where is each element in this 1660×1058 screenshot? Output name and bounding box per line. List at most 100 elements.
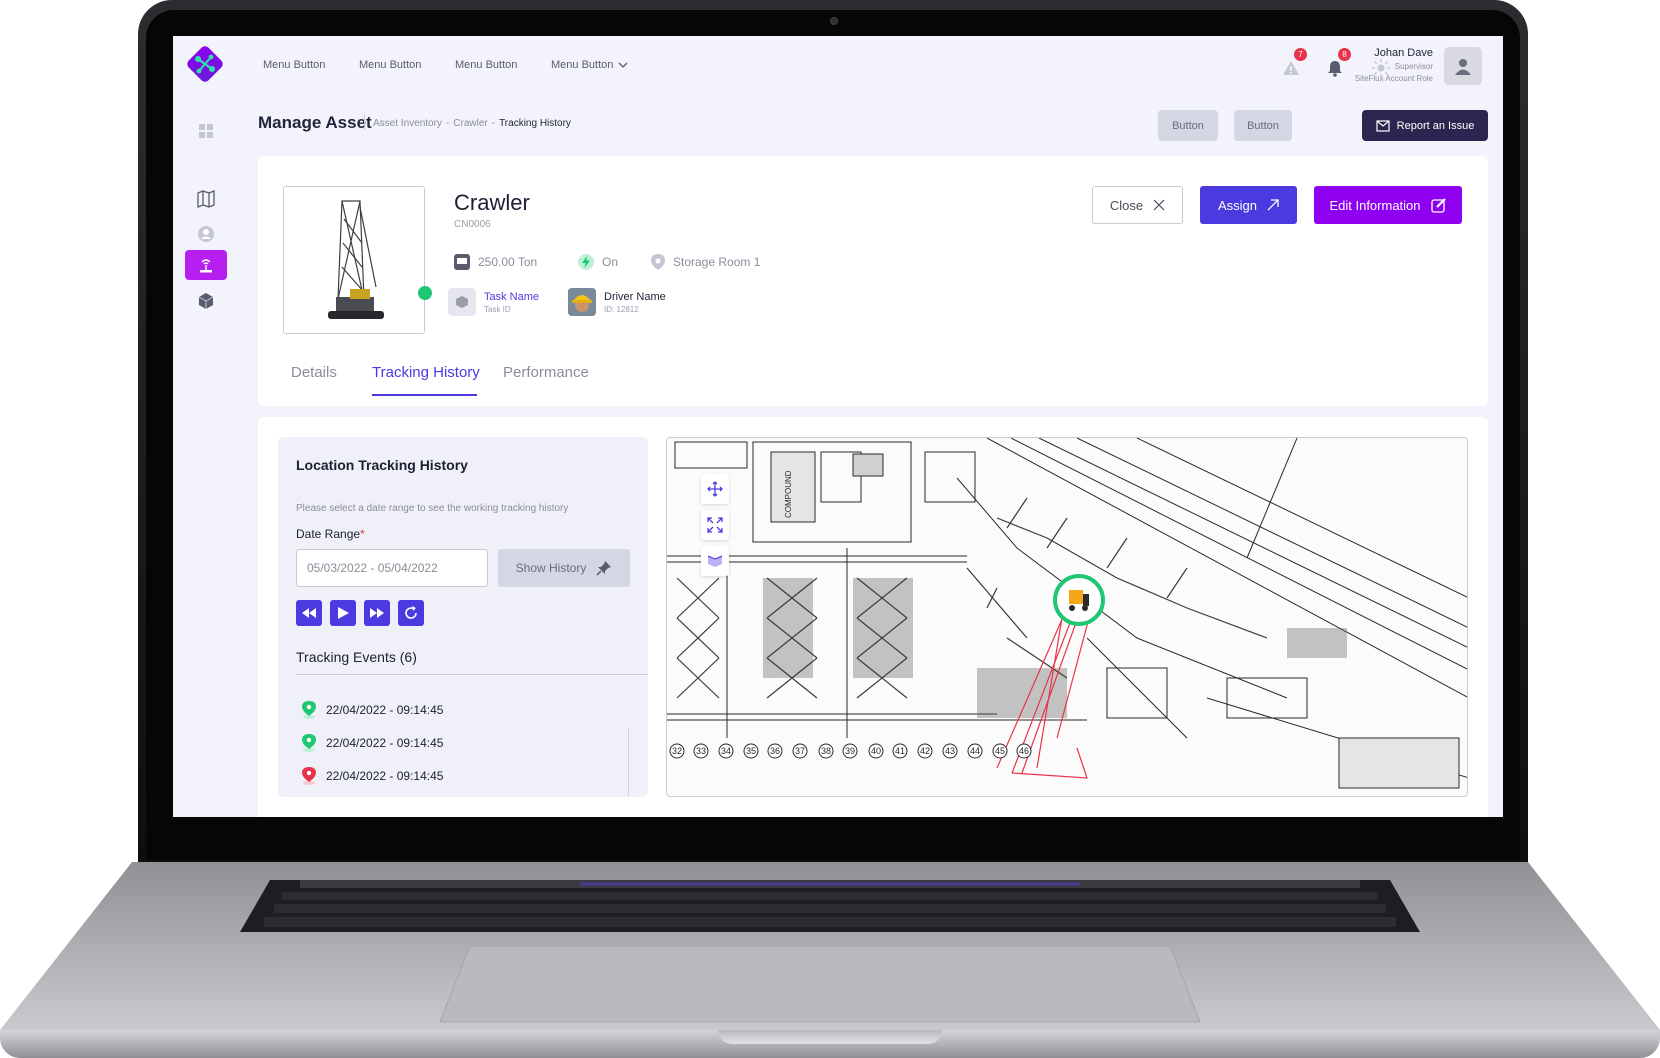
grid-label-46: 46 xyxy=(1019,746,1029,756)
edit-icon xyxy=(1430,198,1446,213)
edit-information-button[interactable]: Edit Information xyxy=(1314,186,1462,224)
tab-details[interactable]: Details xyxy=(291,364,337,381)
driver-id: ID: 12812 xyxy=(604,304,639,314)
tracking-title: Location Tracking History xyxy=(296,457,468,473)
notification-button[interactable]: 8 xyxy=(1323,48,1351,80)
task-id: Task ID xyxy=(484,304,511,314)
mail-icon xyxy=(1376,119,1390,132)
fast-forward-button[interactable] xyxy=(364,600,390,626)
site-plan-drawing: 32 33 34 35 36 37 38 39 40 41 42 43 44 4… xyxy=(667,438,1467,789)
user-role: Supervisor xyxy=(1394,62,1433,71)
breadcrumb-crawler[interactable]: Crawler xyxy=(453,118,487,129)
expand-icon xyxy=(707,517,723,533)
header-button-1[interactable]: Button xyxy=(1158,110,1218,141)
assign-button[interactable]: Assign xyxy=(1200,186,1297,224)
page-title: Manage Asset xyxy=(258,113,372,132)
task-info[interactable]: Task Name Task ID xyxy=(448,288,539,316)
pan-button[interactable] xyxy=(701,474,729,504)
grid-label-40: 40 xyxy=(871,746,881,756)
layers-button[interactable] xyxy=(701,546,729,576)
user-icon[interactable] xyxy=(185,219,227,249)
location-pin-icon xyxy=(302,734,316,752)
sidebar xyxy=(173,36,239,817)
play-button[interactable] xyxy=(330,600,356,626)
tracking-hint: Please select a date range to see the wo… xyxy=(296,503,569,514)
header-button-2[interactable]: Button xyxy=(1234,110,1292,141)
warning-icon xyxy=(1283,61,1299,75)
grid-label-35: 35 xyxy=(746,746,756,756)
scroll-track[interactable] xyxy=(628,727,629,797)
breadcrumb-asset-inventory[interactable]: Asset Inventory xyxy=(373,118,442,129)
grid-label-32: 32 xyxy=(672,746,682,756)
tracking-panel: Location Tracking History Please select … xyxy=(278,437,648,797)
menu-button-1[interactable]: Menu Button xyxy=(263,59,325,71)
grid-label-37: 37 xyxy=(795,746,805,756)
grid-label-38: 38 xyxy=(821,746,831,756)
breadcrumb-separator: - xyxy=(491,118,496,129)
fullscreen-button[interactable] xyxy=(701,510,729,540)
driver-info[interactable]: Driver Name ID: 12812 xyxy=(568,288,666,316)
location-pin-icon xyxy=(302,701,316,719)
rewind-button[interactable] xyxy=(296,600,322,626)
asset-tracking-icon[interactable] xyxy=(185,250,227,280)
layers-icon xyxy=(707,555,723,567)
top-bar: Menu Button Menu Button Menu Button Menu… xyxy=(239,36,1503,98)
move-icon xyxy=(707,481,723,497)
breadcrumb: Asset Inventory - Crawler - Tracking His… xyxy=(373,118,571,129)
list-item[interactable]: 22/04/2022 - 09:14:45 xyxy=(302,767,443,785)
package-icon[interactable] xyxy=(185,286,227,316)
user-avatar-icon xyxy=(1455,59,1471,75)
asset-location: Storage Room 1 xyxy=(651,254,760,270)
date-range-input[interactable]: 05/03/2022 - 05/04/2022 xyxy=(296,549,488,587)
close-icon xyxy=(1153,199,1165,211)
site-map[interactable]: 32 33 34 35 36 37 38 39 40 41 42 43 44 4… xyxy=(666,437,1468,797)
asset-code: CN0006 xyxy=(454,219,491,230)
play-icon xyxy=(338,607,349,619)
refresh-button[interactable] xyxy=(398,600,424,626)
task-icon xyxy=(448,288,476,316)
show-history-button[interactable]: Show History xyxy=(498,549,630,587)
asset-location-marker[interactable] xyxy=(1053,574,1105,626)
driver-avatar xyxy=(568,288,596,316)
app-logo[interactable] xyxy=(183,42,227,86)
task-name: Task Name xyxy=(484,290,540,303)
tab-performance[interactable]: Performance xyxy=(503,364,589,381)
tracking-events-title: Tracking Events (6) xyxy=(296,649,417,665)
keyboard-deck xyxy=(0,862,1660,1030)
arrow-up-right-icon xyxy=(1267,199,1279,211)
grid-label-33: 33 xyxy=(696,746,706,756)
notification-count-badge: 8 xyxy=(1338,48,1351,61)
refresh-icon xyxy=(405,606,417,619)
user-name: Johan Dave xyxy=(1374,47,1433,59)
grid-label-36: 36 xyxy=(770,746,780,756)
asset-power-status: On xyxy=(578,254,618,270)
list-item[interactable]: 22/04/2022 - 09:14:45 xyxy=(302,734,443,752)
menu-button-3[interactable]: Menu Button xyxy=(455,59,517,71)
breadcrumb-current: Tracking History xyxy=(499,118,571,129)
app-screen: Menu Button Menu Button Menu Button Menu… xyxy=(173,36,1503,817)
tracking-card: Location Tracking History Please select … xyxy=(258,417,1488,817)
grid-label-43: 43 xyxy=(945,746,955,756)
compound-label: COMPOUND xyxy=(784,470,793,518)
status-dot xyxy=(418,286,432,300)
avatar[interactable] xyxy=(1444,47,1482,85)
menu-button-2[interactable]: Menu Button xyxy=(359,59,421,71)
laptop-opening-notch xyxy=(718,1030,942,1044)
lightning-icon xyxy=(578,254,594,270)
scale-icon xyxy=(454,254,470,270)
pin-icon xyxy=(596,561,612,576)
alert-button[interactable]: 7 xyxy=(1279,48,1307,80)
dashboard-icon[interactable] xyxy=(185,116,227,146)
menu-button-4[interactable]: Menu Button xyxy=(551,59,628,71)
breadcrumb-separator: - xyxy=(445,118,450,129)
report-issue-button[interactable]: Report an Issue xyxy=(1362,110,1488,141)
close-button[interactable]: Close xyxy=(1092,186,1183,224)
title-divider xyxy=(364,115,365,130)
map-icon[interactable] xyxy=(185,184,227,214)
date-range-label: Date Range* xyxy=(296,527,365,541)
tab-tracking-history[interactable]: Tracking History xyxy=(372,364,480,381)
laptop-mockup: Menu Button Menu Button Menu Button Menu… xyxy=(0,0,1660,1058)
alert-count-badge: 7 xyxy=(1294,48,1307,61)
user-account-role: SiteFlux Account Role xyxy=(1354,74,1433,83)
list-item[interactable]: 22/04/2022 - 09:14:45 xyxy=(302,701,443,719)
